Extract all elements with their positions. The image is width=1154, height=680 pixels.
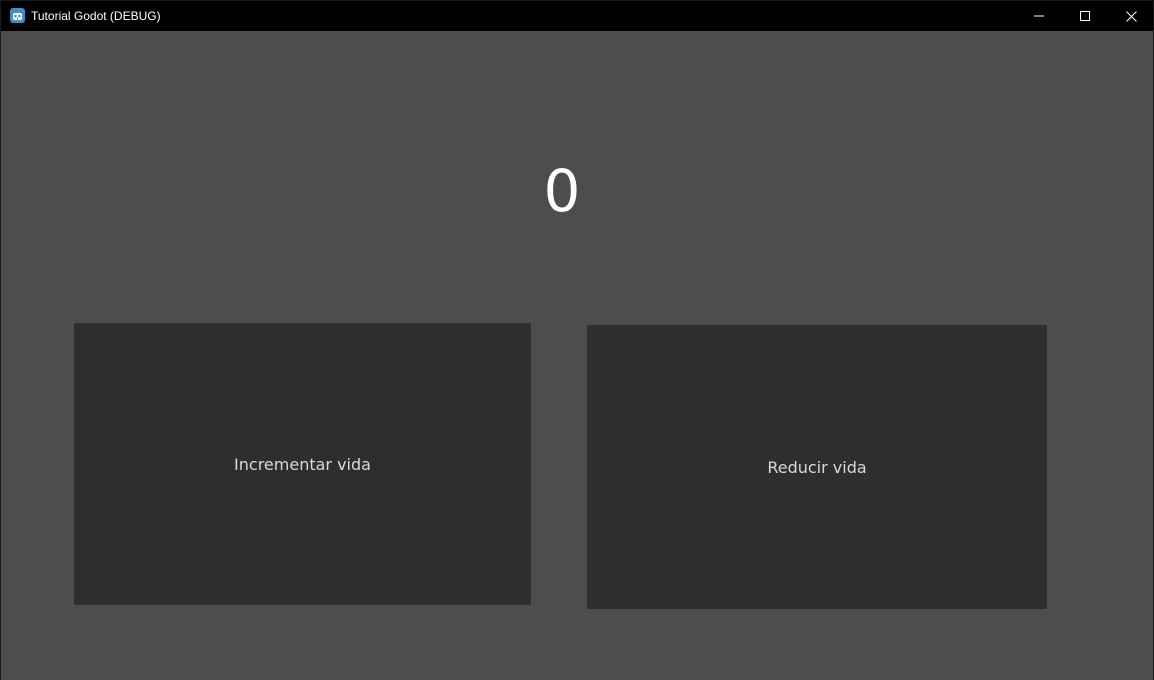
decrement-life-button[interactable]: Reducir vida <box>587 325 1047 609</box>
maximize-icon <box>1080 11 1090 21</box>
life-counter: 0 <box>543 157 581 225</box>
godot-icon <box>10 8 25 23</box>
window-title: Tutorial Godot (DEBUG) <box>31 9 161 23</box>
title-bar[interactable]: Tutorial Godot (DEBUG) <box>1 1 1153 31</box>
minimize-button[interactable] <box>1016 1 1062 31</box>
increment-life-label: Incrementar vida <box>234 454 371 474</box>
increment-life-button[interactable]: Incrementar vida <box>74 323 531 605</box>
minimize-icon <box>1034 11 1044 21</box>
close-icon <box>1125 10 1137 22</box>
decrement-life-label: Reducir vida <box>767 457 867 477</box>
app-window: Tutorial Godot (DEBUG) 0 Incrementar vid… <box>0 0 1154 680</box>
maximize-button[interactable] <box>1062 1 1108 31</box>
game-viewport: 0 Incrementar vida Reducir vida <box>1 31 1153 680</box>
close-button[interactable] <box>1108 1 1154 31</box>
